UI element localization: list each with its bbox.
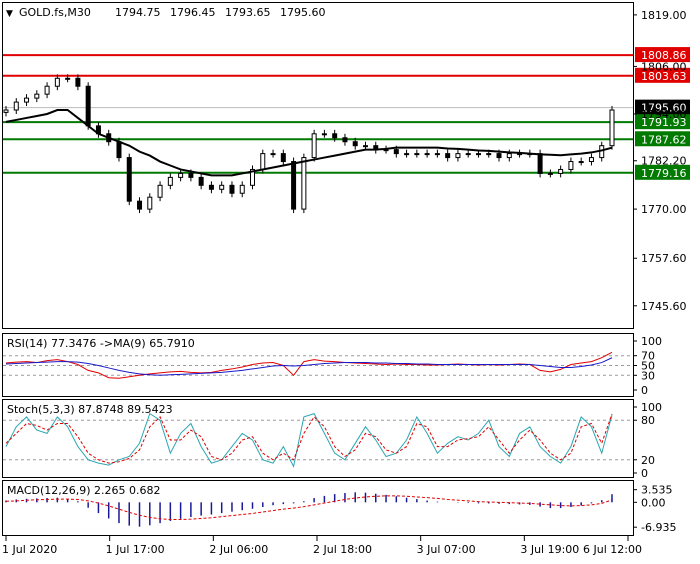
candle-body (609, 109, 615, 147)
x-tick-label: 2 Jul 06:00 (209, 543, 268, 556)
candle-body (311, 133, 317, 159)
osc-tick-label: 80 (641, 414, 655, 427)
x-tick-label: 2 Jul 18:00 (313, 543, 372, 556)
candle-body (270, 153, 276, 156)
candle-body (558, 168, 564, 174)
candle-body (578, 161, 584, 164)
price-tick-label: 1819.00 (641, 9, 687, 22)
ohlc-open: 1794.75 (115, 6, 161, 19)
candle-body (147, 196, 153, 210)
candle-body (404, 153, 410, 156)
candle-body (85, 85, 91, 127)
level-tag-label: 1779.16 (641, 167, 687, 180)
candle-body (137, 200, 143, 210)
candle-body (157, 184, 163, 198)
price-tick-label: 1782.20 (641, 155, 687, 168)
osc-tick-label: 100 (641, 335, 662, 348)
candle-body (588, 157, 594, 163)
candle-body (75, 77, 81, 87)
price-tick-label: 1770.00 (641, 203, 687, 216)
candle-body (445, 153, 451, 159)
trading-chart: 1808.86 1803.63 1795.60 1791.93 1787.62 1779.… (0, 0, 700, 560)
level-tag-label: 1787.62 (641, 133, 687, 146)
candle-body (280, 153, 286, 163)
osc-tick-label: 0 (641, 467, 648, 480)
candle-body (198, 176, 204, 186)
candle-body (547, 172, 553, 175)
ohlc-low: 1793.65 (225, 6, 271, 19)
ohlc-close: 1795.60 (280, 6, 326, 19)
candle-body (13, 101, 19, 111)
rsi-label: RSI(14) 77.3476 ->MA(9) 65.7910 (7, 337, 195, 350)
candle-body (219, 184, 225, 190)
osc-tick-label: 20 (641, 454, 655, 467)
candle-body (229, 184, 235, 194)
candle-body (424, 153, 430, 156)
osc-tick-label: 30 (641, 369, 655, 382)
candle-body (496, 153, 502, 159)
osc-tick-label: 100 (641, 401, 662, 414)
candle-body (65, 77, 71, 80)
x-tick-label: 3 Jul 19:00 (520, 543, 579, 556)
candle-body (342, 137, 348, 143)
candle-body (34, 93, 40, 99)
candle-body (362, 145, 368, 148)
macd-tick-label: 3.535 (641, 484, 673, 497)
candle-body (455, 153, 461, 159)
candle-body (301, 157, 307, 210)
price-tick-label: 1745.60 (641, 300, 687, 313)
candle-body (54, 77, 60, 87)
macd-tick-label: -6.935 (641, 521, 676, 534)
x-tick-label: 3 Jul 07:00 (417, 543, 476, 556)
candle-body (568, 161, 574, 170)
candle-body (188, 172, 194, 178)
candle-body (24, 97, 30, 103)
candle-body (332, 133, 338, 139)
stoch-label: Stoch(5,3,3) 87.8748 89.5423 (7, 403, 173, 416)
candle-body (3, 109, 9, 113)
candle-body (239, 184, 245, 194)
symbol-icon: ▼ (6, 9, 13, 19)
candle-body (178, 172, 184, 178)
candle-body (414, 153, 420, 156)
ohlc-high: 1796.45 (170, 6, 216, 19)
candle-body (208, 184, 214, 190)
candle-body (291, 161, 297, 210)
candle-body (537, 153, 543, 174)
candle-body (44, 85, 50, 95)
candle-body (321, 133, 327, 136)
candle-body (506, 153, 512, 159)
x-tick-label: 1 Jul 17:00 (106, 543, 165, 556)
price-tick-label: 1757.60 (641, 252, 687, 265)
x-tick-label: 6 Jul 12:00 (583, 543, 642, 556)
candle-body (260, 153, 266, 170)
candle-body (393, 149, 399, 155)
osc-tick-label: 0 (641, 384, 648, 397)
candle-body (465, 153, 471, 156)
macd-label: MACD(12,26,9) 2.265 0.682 (7, 484, 161, 497)
candle-body (116, 141, 122, 159)
chart-canvas: 1808.861803.631795.601791.931787.621779.… (2, 2, 690, 556)
price-tick-label: 1794.00 (641, 108, 687, 121)
candle-body (434, 153, 440, 156)
candle-body (475, 153, 481, 156)
candle-body (167, 176, 173, 186)
candle-body (126, 157, 132, 202)
price-tick-label: 1806.00 (641, 60, 687, 73)
candle-body (486, 153, 492, 156)
x-tick-label: 1 Jul 2020 (2, 543, 57, 556)
symbol-label: GOLD.fs,M30 (19, 6, 91, 19)
macd-tick-label: 0.00 (641, 496, 666, 509)
candle-body (352, 141, 358, 147)
